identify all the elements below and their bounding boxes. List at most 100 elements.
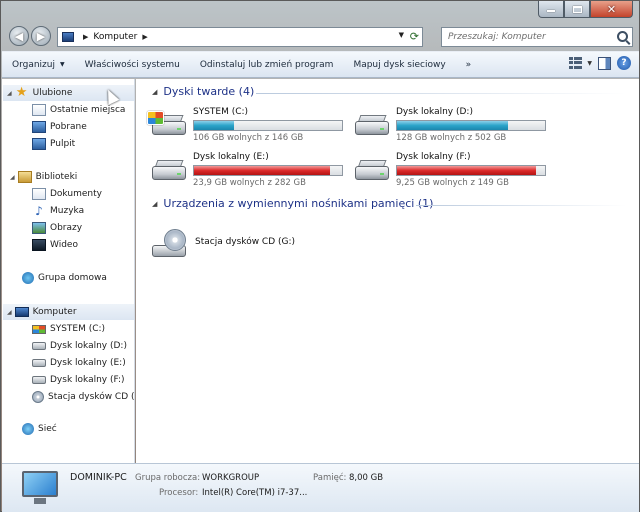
sidebar-item-label: Dysk lokalny (F:) [50, 375, 125, 385]
hard-disks-group-header[interactable]: ◢ Dyski twarde (4) [152, 85, 254, 98]
sidebar-item-recent-places[interactable]: Ostatnie miejsca [32, 102, 125, 118]
sidebar-libraries-label: Biblioteki [35, 172, 78, 182]
breadcrumb-computer[interactable]: Komputer [93, 32, 137, 42]
sidebar-item-drive-d[interactable]: Dysk lokalny (D:) [32, 338, 127, 354]
workgroup-label: Grupa robocza: [135, 473, 201, 483]
refresh-icon[interactable]: ⟳ [410, 30, 419, 43]
drive-tile-f[interactable]: Dysk lokalny (F:) 9,25 GB wolnych z 149 … [353, 152, 553, 192]
sidebar-computer-label: Komputer [32, 307, 77, 317]
removable-group-header[interactable]: ◢ Urządzenia z wymiennymi nośnikami pami… [152, 197, 433, 210]
system-drive-icon [32, 324, 46, 334]
cd-drive-icon [32, 391, 44, 403]
sidebar-item-computer[interactable]: ◢ Komputer [3, 304, 134, 320]
more-commands-button[interactable]: » [456, 51, 482, 78]
sidebar-item-label: SYSTEM (C:) [50, 324, 106, 334]
drive-usage-bar [396, 165, 546, 176]
sidebar-item-label: Wideo [50, 240, 78, 250]
homegroup-icon [22, 272, 34, 284]
sidebar-item-label: Stacja dysków CD (G:) [48, 392, 135, 402]
hard-drive-icon [32, 342, 46, 350]
group-divider [416, 205, 626, 206]
sidebar-item-videos[interactable]: Wideo [32, 237, 78, 253]
pc-name: DOMINIK-PC [70, 472, 127, 483]
preview-pane-icon[interactable] [598, 56, 611, 70]
music-note-icon: ♪ [35, 204, 43, 218]
sidebar-item-desktop[interactable]: Pulpit [32, 136, 75, 152]
sidebar-item-documents[interactable]: Dokumenty [32, 186, 102, 202]
videos-icon [32, 239, 46, 251]
maximize-button[interactable] [564, 1, 590, 18]
sidebar-item-label: Ostatnie miejsca [50, 105, 126, 115]
sidebar-item-drive-f[interactable]: Dysk lokalny (F:) [32, 372, 125, 388]
sidebar-item-label: Obrazy [50, 223, 83, 233]
organize-button[interactable]: Organizuj ▼ [2, 51, 75, 78]
cd-drive-icon [152, 229, 188, 263]
workgroup-value: WORKGROUP [202, 473, 260, 483]
sidebar-item-label: Dysk lokalny (E:) [50, 358, 126, 368]
drive-free-space: 23,9 GB wolnych z 282 GB [193, 178, 306, 188]
drive-free-space: 128 GB wolnych z 502 GB [396, 133, 507, 143]
view-options-chevron-icon[interactable]: ▼ [587, 60, 592, 67]
expand-triangle-icon[interactable]: ◢ [7, 90, 12, 97]
cd-drive-tile[interactable]: Stacja dysków CD (G:) [152, 227, 352, 267]
details-pane: DOMINIK-PC Grupa robocza: WORKGROUP Pami… [2, 463, 639, 512]
address-bar[interactable]: ▶ Komputer ▶ ▼ ⟳ [57, 27, 423, 47]
uninstall-program-button[interactable]: Odinstaluj lub zmień program [190, 51, 344, 78]
sidebar-item-libraries[interactable]: ◢ Biblioteki [10, 169, 77, 185]
drive-tile-d[interactable]: Dysk lokalny (D:) 128 GB wolnych z 502 G… [353, 107, 553, 147]
sidebar-item-network[interactable]: Sieć [22, 421, 57, 437]
sidebar-item-homegroup[interactable]: Grupa domowa [22, 270, 107, 286]
content-pane: ◢ Dyski twarde (4) SYSTEM (C:) 106 GB wo… [136, 79, 639, 463]
drive-usage-fill [194, 121, 234, 130]
system-properties-button[interactable]: Właściwości systemu [75, 51, 190, 78]
drive-free-space: 106 GB wolnych z 146 GB [193, 133, 304, 143]
sidebar-item-drive-g[interactable]: Stacja dysków CD (G:) [32, 389, 135, 405]
documents-icon [32, 188, 46, 200]
drive-tile-c[interactable]: SYSTEM (C:) 106 GB wolnych z 146 GB [147, 107, 350, 147]
recent-places-icon [32, 104, 46, 116]
hard-drive-icon [353, 158, 389, 182]
breadcrumb-chevron-icon[interactable]: ▶ [83, 33, 88, 41]
system-properties-label: Właściwości systemu [84, 59, 180, 70]
sidebar-item-label: Dysk lokalny (D:) [50, 341, 127, 351]
drive-tile-e[interactable]: Dysk lokalny (E:) 23,9 GB wolnych z 282 … [150, 152, 350, 192]
sidebar-item-pictures[interactable]: Obrazy [32, 220, 82, 236]
cd-drive-name: Stacja dysków CD (G:) [195, 237, 296, 247]
back-arrow-icon: ◀ [14, 29, 24, 43]
group-divider [256, 93, 626, 94]
collapse-triangle-icon[interactable]: ◢ [152, 88, 157, 96]
hard-drive-icon [32, 376, 46, 384]
minimize-button[interactable] [538, 1, 564, 18]
hard-drive-icon [353, 113, 389, 137]
sidebar-item-label: Muzyka [50, 206, 85, 216]
sidebar-item-downloads[interactable]: Pobrane [32, 119, 87, 135]
sidebar-network-label: Sieć [38, 424, 57, 434]
hard-disks-group-label: Dyski twarde (4) [163, 85, 255, 98]
drive-usage-bar [193, 165, 343, 176]
change-view-icon[interactable] [569, 57, 583, 69]
sidebar-item-drive-c[interactable]: SYSTEM (C:) [32, 321, 105, 337]
close-button[interactable]: ✕ [590, 1, 633, 18]
memory-value: 8,00 GB [349, 473, 384, 483]
minimize-icon [547, 10, 555, 12]
expand-triangle-icon[interactable]: ◢ [7, 309, 12, 316]
help-icon[interactable]: ? [617, 56, 631, 70]
sidebar-item-music[interactable]: ♪ Muzyka [32, 203, 84, 219]
drive-name: Dysk lokalny (E:) [193, 152, 269, 162]
drive-name: Dysk lokalny (D:) [396, 107, 473, 117]
address-dropdown-icon[interactable]: ▼ [399, 31, 404, 39]
expand-triangle-icon[interactable]: ◢ [10, 174, 15, 181]
sidebar-item-label: Pulpit [50, 139, 76, 149]
back-button[interactable]: ◀ [9, 26, 29, 46]
breadcrumb-chevron-icon[interactable]: ▶ [142, 33, 147, 41]
libraries-icon [17, 171, 32, 183]
map-network-drive-button[interactable]: Mapuj dysk sieciowy [343, 51, 455, 78]
search-input[interactable]: Przeszukaj: Komputer [441, 27, 633, 47]
forward-button[interactable]: ▶ [31, 26, 51, 46]
collapse-triangle-icon[interactable]: ◢ [152, 200, 157, 208]
search-icon[interactable] [617, 31, 628, 42]
computer-monitor-icon [22, 471, 58, 507]
more-commands-label: » [465, 59, 472, 70]
sidebar-item-drive-e[interactable]: Dysk lokalny (E:) [32, 355, 126, 371]
sidebar-favorites-label: Ulubione [32, 88, 73, 98]
